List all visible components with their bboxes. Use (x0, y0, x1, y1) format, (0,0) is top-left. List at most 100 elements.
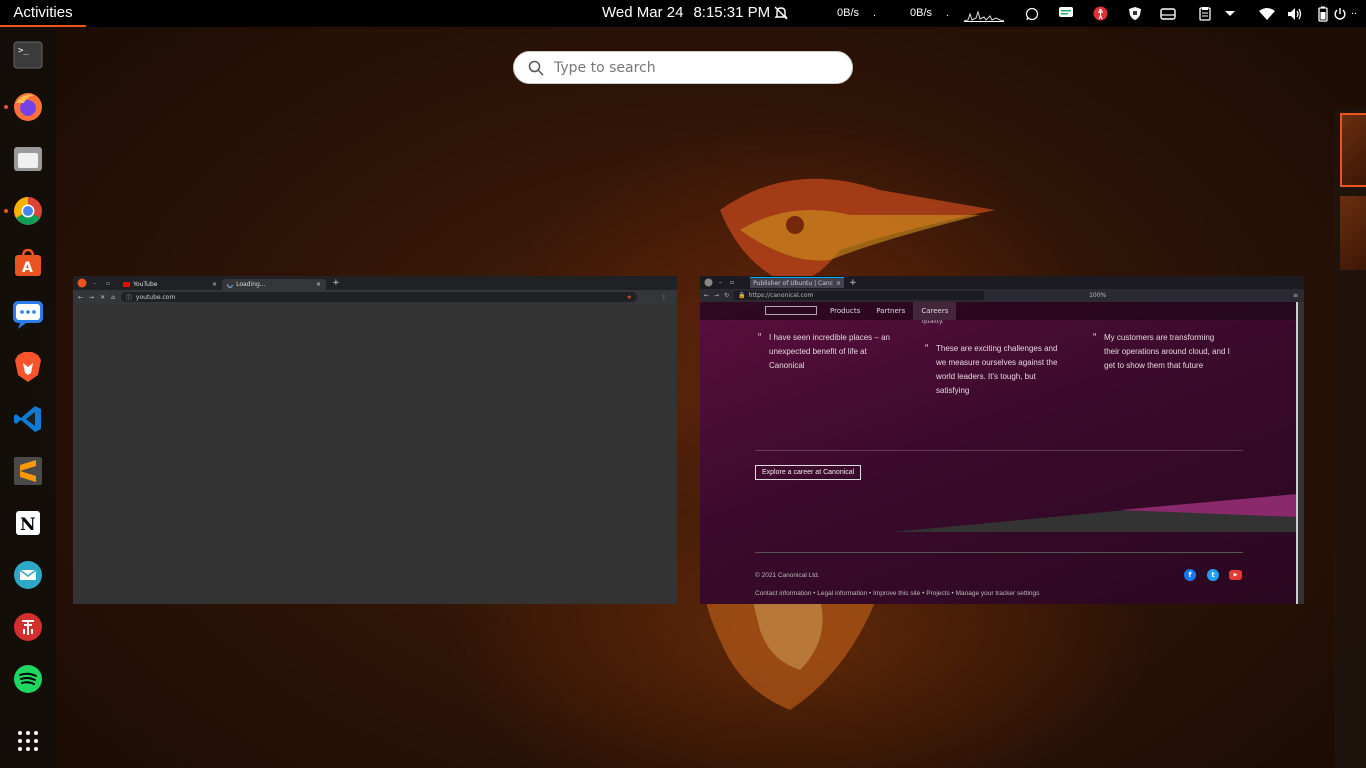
close-window-icon[interactable] (77, 278, 87, 288)
address-bar[interactable]: ⓘ youtube.com ★ (120, 292, 637, 302)
quote-open-mark: “ (758, 332, 762, 343)
battery-icon[interactable] (1314, 5, 1331, 22)
firefox-toolbar: ← → ↻ 🔒 https://canonical.com 100% ≡ (700, 289, 1304, 302)
forward-icon[interactable]: → (714, 292, 719, 299)
quote-text: These are exciting challenges and we mea… (936, 344, 1058, 395)
nav-products[interactable]: Products (822, 302, 868, 320)
footer-links[interactable]: Contact information • Legal information … (755, 590, 1039, 597)
home-icon[interactable]: ⌂ (111, 294, 115, 301)
chrome-window-thumbnail[interactable]: – ▫ YouTube × Loading... × + ← → ✕ ⌂ ⓘ y… (73, 276, 677, 604)
clipboard-icon[interactable] (1196, 5, 1213, 22)
firefox-menu-icon[interactable]: ≡ (1293, 292, 1298, 299)
shield-icon[interactable] (1126, 5, 1143, 22)
activities-button[interactable]: Activities (0, 0, 86, 27)
dock-firefox[interactable] (10, 89, 46, 125)
minimize-icon[interactable]: – (719, 279, 722, 286)
dock-brave[interactable] (10, 349, 46, 385)
canonical-page: Products Partners Careers quality. “ I h… (700, 302, 1298, 604)
minimize-icon[interactable]: – (93, 280, 96, 287)
tab-close-icon[interactable]: × (836, 280, 841, 287)
volume-icon[interactable] (1286, 5, 1303, 22)
tab-label: YouTube (133, 281, 158, 288)
quote-2: “ These are exciting challenges and we m… (925, 342, 1064, 398)
zoom-level[interactable]: 100% (1089, 292, 1106, 299)
net-upload-speed: 0B/s (910, 7, 933, 19)
sublime-text-icon (14, 457, 42, 485)
back-icon[interactable]: ← (78, 294, 83, 301)
tab-youtube[interactable]: YouTube × (118, 279, 222, 290)
clock[interactable]: Wed Mar 24 8:15:31 PM (602, 4, 780, 21)
notion-icon: N (16, 511, 40, 535)
chrome-menu-icon[interactable]: ⋮ (661, 294, 667, 301)
maximize-icon[interactable]: ▫ (730, 279, 734, 286)
forward-icon[interactable]: → (89, 294, 94, 301)
chevron-down-icon[interactable] (1221, 5, 1238, 22)
net-dot-2: . (946, 7, 950, 19)
close-window-icon[interactable] (704, 278, 713, 287)
tray-overflow[interactable]: .. (1351, 5, 1357, 17)
twitter-icon[interactable]: t (1207, 569, 1219, 581)
quote-text: I have seen incredible places – an unexp… (769, 333, 890, 370)
top-bar: Activities Wed Mar 24 8:15:31 PM 0B/s . 0… (0, 0, 1366, 27)
copyright-text: © 2021 Canonical Ltd. (755, 572, 820, 579)
dock-chrome[interactable] (10, 193, 46, 229)
dock-red-app[interactable] (10, 609, 46, 645)
dock: >_ A N (0, 27, 56, 768)
spotify-icon (14, 665, 42, 693)
bookmark-star-icon[interactable]: ★ (627, 294, 632, 301)
nav-careers[interactable]: Careers (913, 302, 957, 320)
maximize-icon[interactable]: ▫ (106, 280, 110, 287)
facebook-icon[interactable]: f (1184, 569, 1196, 581)
shopping-bag-icon: A (15, 248, 41, 276)
site-nav-links: Products Partners Careers (822, 302, 957, 320)
site-logo-box[interactable] (765, 306, 817, 315)
red-app-icon (14, 613, 42, 641)
quote-1: “ I have seen incredible places – an une… (758, 331, 899, 373)
dock-chat[interactable] (10, 297, 46, 333)
reload-icon[interactable]: ↻ (724, 292, 729, 299)
workspace-1-thumbnail[interactable] (1340, 113, 1366, 187)
firefox-window-thumbnail[interactable]: – ▫ Publisher of Ubuntu | Canc × + ← → ↻… (700, 276, 1304, 604)
quote-text: My customers are transforming their oper… (1104, 333, 1230, 370)
workspace-switcher (1334, 108, 1366, 768)
running-indicator-firefox (4, 105, 8, 109)
youtube-icon[interactable]: ▶ (1229, 570, 1242, 580)
chrome-tab-bar: – ▫ YouTube × Loading... × + (73, 276, 677, 290)
drive-icon[interactable] (1159, 5, 1176, 22)
chrome-toolbar: ← → ✕ ⌂ ⓘ youtube.com ★ ⋮ (73, 290, 677, 304)
clock-time: 8:15:31 PM (693, 4, 771, 21)
nav-partners[interactable]: Partners (868, 302, 913, 320)
stop-icon[interactable]: ✕ (100, 294, 105, 301)
dock-terminal[interactable]: >_ (10, 37, 46, 73)
address-bar[interactable]: 🔒 https://canonical.com (734, 291, 985, 300)
wifi-icon[interactable] (1258, 5, 1275, 22)
quote-open-mark: “ (1093, 332, 1097, 343)
system-monitor-graph-icon[interactable] (964, 8, 1004, 22)
power-menu-icon[interactable] (1331, 5, 1348, 22)
overview-search[interactable] (513, 51, 853, 84)
scrollbar[interactable] (1296, 302, 1298, 604)
clock-date: Wed Mar 24 (602, 4, 684, 21)
accessibility-red-icon[interactable] (1092, 5, 1109, 22)
dock-files[interactable] (10, 141, 46, 177)
dock-software-center[interactable]: A (10, 245, 46, 281)
whatsapp-icon[interactable] (1023, 5, 1040, 22)
dock-spotify[interactable] (10, 661, 46, 697)
tab-close-icon[interactable]: × (316, 281, 321, 288)
new-tab-button[interactable]: + (849, 278, 857, 288)
svg-text:A: A (22, 260, 33, 276)
tab-close-icon[interactable]: × (212, 281, 217, 288)
back-icon[interactable]: ← (704, 292, 709, 299)
chat-tray-icon[interactable] (1057, 5, 1074, 22)
dock-mail[interactable] (10, 557, 46, 593)
new-tab-button[interactable]: + (332, 278, 340, 288)
search-input[interactable] (554, 59, 834, 76)
workspace-2-thumbnail[interactable] (1340, 196, 1366, 270)
tab-loading[interactable]: Loading... × (222, 279, 327, 290)
dock-vscode[interactable] (10, 401, 46, 437)
dock-notion[interactable]: N (10, 505, 46, 541)
explore-career-button[interactable]: Explore a career at Canonical (755, 465, 862, 480)
tab-canonical[interactable]: Publisher of Ubuntu | Canc × (750, 277, 845, 288)
show-applications-button[interactable] (10, 723, 46, 759)
dock-sublime[interactable] (10, 453, 46, 489)
